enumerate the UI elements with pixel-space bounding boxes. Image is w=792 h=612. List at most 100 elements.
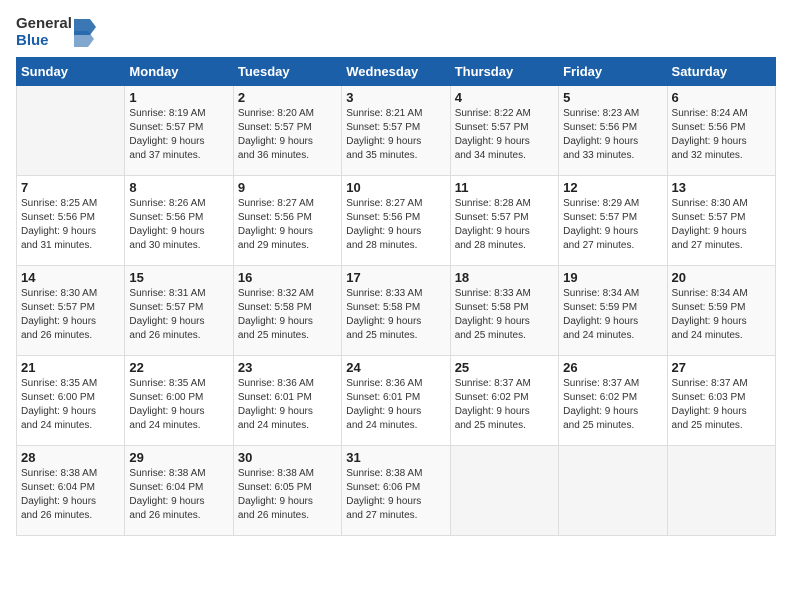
weekday-header-friday: Friday (559, 58, 667, 86)
day-number: 10 (346, 180, 445, 195)
calendar-cell: 28 Sunrise: 8:38 AM Sunset: 6:04 PM Dayli… (17, 446, 125, 536)
logo-general: General (16, 16, 72, 33)
day-number: 13 (672, 180, 771, 195)
day-number: 29 (129, 450, 228, 465)
calendar-cell: 15 Sunrise: 8:31 AM Sunset: 5:57 PM Dayli… (125, 266, 233, 356)
day-number: 1 (129, 90, 228, 105)
calendar-cell: 5 Sunrise: 8:23 AM Sunset: 5:56 PM Daylig… (559, 86, 667, 176)
calendar-cell: 9Sunrise: 8:27 AM Sunset: 5:56 PM Daylig… (233, 176, 341, 266)
calendar-cell: 22 Sunrise: 8:35 AM Sunset: 6:00 PM Dayli… (125, 356, 233, 446)
day-info: Sunrise: 8:34 AM Sunset: 5:59 PM Dayligh… (672, 287, 771, 343)
day-info: Sunrise: 8:33 AM Sunset: 5:58 PM Dayligh… (346, 287, 445, 343)
day-info: Sunrise: 8:28 AM Sunset: 5:57 PM Dayligh… (455, 197, 554, 253)
day-info: Sunrise: 8:32 AM Sunset: 5:58 PM Dayligh… (238, 287, 337, 343)
calendar-cell: 18 Sunrise: 8:33 AM Sunset: 5:58 PM Dayli… (450, 266, 558, 356)
calendar-cell: 2Sunrise: 8:20 AM Sunset: 5:57 PM Daylig… (233, 86, 341, 176)
day-info: Sunrise: 8:30 AM Sunset: 5:57 PM Dayligh… (21, 287, 120, 343)
day-info: Sunrise: 8:36 AM Sunset: 6:01 PM Dayligh… (238, 377, 337, 433)
day-info: Sunrise: 8:31 AM Sunset: 5:57 PM Dayligh… (129, 287, 228, 343)
day-number: 19 (563, 270, 662, 285)
weekday-header-tuesday: Tuesday (233, 58, 341, 86)
logo: General Blue (16, 16, 96, 49)
day-number: 11 (455, 180, 554, 195)
day-number: 4 (455, 90, 554, 105)
day-number: 21 (21, 360, 120, 375)
calendar-cell: 19 Sunrise: 8:34 AM Sunset: 5:59 PM Dayli… (559, 266, 667, 356)
day-info: Sunrise: 8:34 AM Sunset: 5:59 PM Dayligh… (563, 287, 662, 343)
day-info: Sunrise: 8:37 AM Sunset: 6:02 PM Dayligh… (455, 377, 554, 433)
day-number: 22 (129, 360, 228, 375)
calendar-cell: 3 Sunrise: 8:21 AM Sunset: 5:57 PM Daylig… (342, 86, 450, 176)
day-info: Sunrise: 8:21 AM Sunset: 5:57 PM Dayligh… (346, 107, 445, 163)
calendar-cell: 10 Sunrise: 8:27 AM Sunset: 5:56 PM Dayli… (342, 176, 450, 266)
day-number: 28 (21, 450, 120, 465)
calendar-cell: 31 Sunrise: 8:38 AM Sunset: 6:06 PM Dayli… (342, 446, 450, 536)
calendar-cell: 23 Sunrise: 8:36 AM Sunset: 6:01 PM Dayli… (233, 356, 341, 446)
header: General Blue (16, 16, 776, 49)
day-number: 18 (455, 270, 554, 285)
calendar-cell (559, 446, 667, 536)
calendar-week-5: 28 Sunrise: 8:38 AM Sunset: 6:04 PM Dayli… (17, 446, 776, 536)
weekday-header-row: SundayMondayTuesdayWednesdayThursdayFrid… (17, 58, 776, 86)
day-info: Sunrise: 8:35 AM Sunset: 6:00 PM Dayligh… (129, 377, 228, 433)
calendar-cell: 4Sunrise: 8:22 AM Sunset: 5:57 PM Daylig… (450, 86, 558, 176)
weekday-header-wednesday: Wednesday (342, 58, 450, 86)
day-info: Sunrise: 8:24 AM Sunset: 5:56 PM Dayligh… (672, 107, 771, 163)
calendar-cell: 21Sunrise: 8:35 AM Sunset: 6:00 PM Dayli… (17, 356, 125, 446)
calendar-cell: 7Sunrise: 8:25 AM Sunset: 5:56 PM Daylig… (17, 176, 125, 266)
day-number: 3 (346, 90, 445, 105)
day-info: Sunrise: 8:37 AM Sunset: 6:03 PM Dayligh… (672, 377, 771, 433)
day-number: 23 (238, 360, 337, 375)
calendar-cell: 14Sunrise: 8:30 AM Sunset: 5:57 PM Dayli… (17, 266, 125, 356)
day-number: 9 (238, 180, 337, 195)
day-number: 17 (346, 270, 445, 285)
day-info: Sunrise: 8:33 AM Sunset: 5:58 PM Dayligh… (455, 287, 554, 343)
day-info: Sunrise: 8:27 AM Sunset: 5:56 PM Dayligh… (346, 197, 445, 253)
calendar-cell: 17 Sunrise: 8:33 AM Sunset: 5:58 PM Dayli… (342, 266, 450, 356)
day-info: Sunrise: 8:38 AM Sunset: 6:04 PM Dayligh… (21, 467, 120, 523)
day-number: 7 (21, 180, 120, 195)
day-number: 16 (238, 270, 337, 285)
logo-blue: Blue (16, 33, 49, 50)
day-info: Sunrise: 8:23 AM Sunset: 5:56 PM Dayligh… (563, 107, 662, 163)
calendar-cell: 29Sunrise: 8:38 AM Sunset: 6:04 PM Dayli… (125, 446, 233, 536)
day-info: Sunrise: 8:36 AM Sunset: 6:01 PM Dayligh… (346, 377, 445, 433)
calendar-cell: 16 Sunrise: 8:32 AM Sunset: 5:58 PM Dayli… (233, 266, 341, 356)
day-info: Sunrise: 8:30 AM Sunset: 5:57 PM Dayligh… (672, 197, 771, 253)
calendar-cell: 8 Sunrise: 8:26 AM Sunset: 5:56 PM Daylig… (125, 176, 233, 266)
weekday-header-monday: Monday (125, 58, 233, 86)
logo-arrow-icon (74, 19, 96, 47)
day-number: 6 (672, 90, 771, 105)
day-number: 12 (563, 180, 662, 195)
day-number: 26 (563, 360, 662, 375)
calendar-cell: 24Sunrise: 8:36 AM Sunset: 6:01 PM Dayli… (342, 356, 450, 446)
day-number: 15 (129, 270, 228, 285)
calendar-week-2: 7Sunrise: 8:25 AM Sunset: 5:56 PM Daylig… (17, 176, 776, 266)
day-info: Sunrise: 8:29 AM Sunset: 5:57 PM Dayligh… (563, 197, 662, 253)
calendar-cell (667, 446, 775, 536)
calendar-cell: 20Sunrise: 8:34 AM Sunset: 5:59 PM Dayli… (667, 266, 775, 356)
day-info: Sunrise: 8:20 AM Sunset: 5:57 PM Dayligh… (238, 107, 337, 163)
calendar-cell: 11 Sunrise: 8:28 AM Sunset: 5:57 PM Dayli… (450, 176, 558, 266)
day-number: 30 (238, 450, 337, 465)
day-info: Sunrise: 8:38 AM Sunset: 6:05 PM Dayligh… (238, 467, 337, 523)
calendar-table: SundayMondayTuesdayWednesdayThursdayFrid… (16, 57, 776, 536)
calendar-cell (450, 446, 558, 536)
day-info: Sunrise: 8:37 AM Sunset: 6:02 PM Dayligh… (563, 377, 662, 433)
calendar-container: General Blue SundayMondayTuesdayWednesda… (16, 16, 776, 536)
calendar-cell: 6 Sunrise: 8:24 AM Sunset: 5:56 PM Daylig… (667, 86, 775, 176)
day-number: 5 (563, 90, 662, 105)
weekday-header-thursday: Thursday (450, 58, 558, 86)
calendar-week-4: 21 Sunrise: 8:35 AM Sunset: 6:00 PM Dayli… (17, 356, 776, 446)
day-number: 31 (346, 450, 445, 465)
day-info: Sunrise: 8:26 AM Sunset: 5:56 PM Dayligh… (129, 197, 228, 253)
calendar-week-3: 14Sunrise: 8:30 AM Sunset: 5:57 PM Dayli… (17, 266, 776, 356)
calendar-cell: 25Sunrise: 8:37 AM Sunset: 6:02 PM Dayli… (450, 356, 558, 446)
day-info: Sunrise: 8:19 AM Sunset: 5:57 PM Dayligh… (129, 107, 228, 163)
day-info: Sunrise: 8:38 AM Sunset: 6:06 PM Dayligh… (346, 467, 445, 523)
calendar-cell: 30 Sunrise: 8:38 AM Sunset: 6:05 PM Dayli… (233, 446, 341, 536)
day-number: 8 (129, 180, 228, 195)
calendar-cell: 13 Sunrise: 8:30 AM Sunset: 5:57 PM Dayli… (667, 176, 775, 266)
weekday-header-saturday: Saturday (667, 58, 775, 86)
calendar-cell: 12 Sunrise: 8:29 AM Sunset: 5:57 PM Dayli… (559, 176, 667, 266)
